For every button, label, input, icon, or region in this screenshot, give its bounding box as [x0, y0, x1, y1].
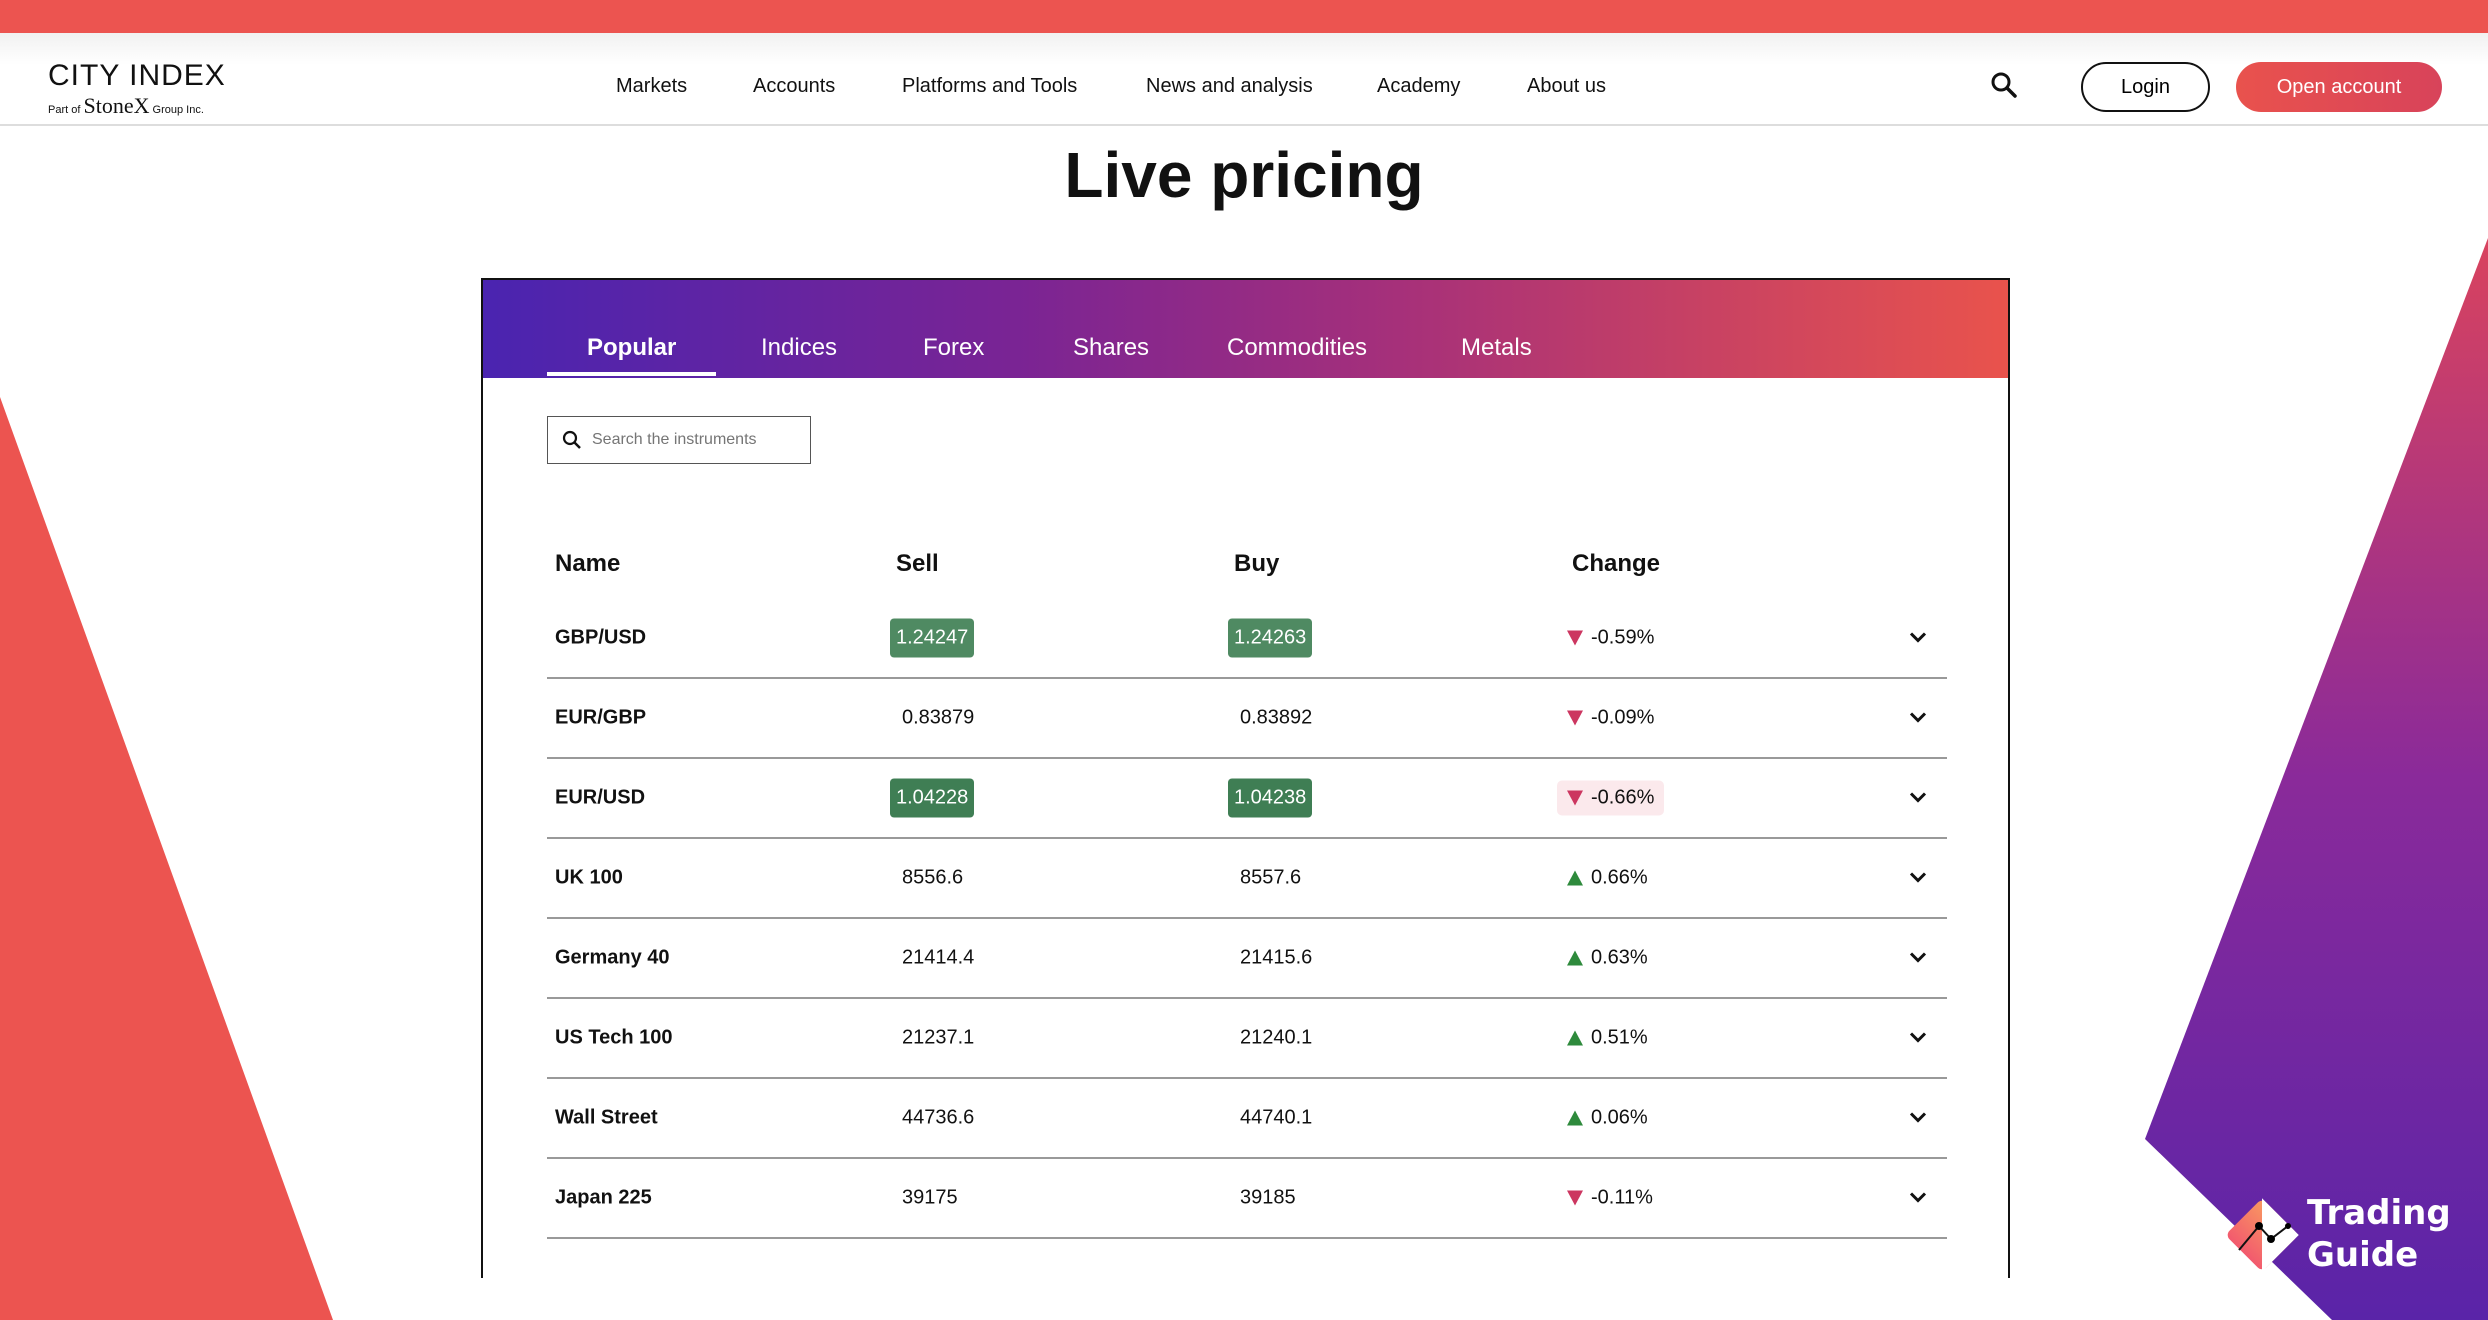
- chevron-down-icon[interactable]: [1909, 787, 1927, 810]
- tab-bar: Popular Indices Forex Shares Commodities…: [483, 280, 2008, 378]
- table-row[interactable]: US Tech 100 21237.1 21240.1 0.51%: [547, 999, 1947, 1079]
- sell-price[interactable]: 1.24247: [890, 618, 975, 658]
- chevron-down-icon[interactable]: [1909, 1187, 1927, 1210]
- nav-platforms-and-tools[interactable]: Platforms and Tools: [902, 75, 1077, 98]
- sell-price[interactable]: 39175: [896, 1179, 964, 1218]
- buy-price[interactable]: 1.24263: [1228, 618, 1313, 658]
- triangle-up-icon: [1567, 1030, 1583, 1046]
- open-account-button[interactable]: Open account: [2236, 62, 2442, 112]
- triangle-up-icon: [1567, 870, 1583, 886]
- instrument-name: GBP/USD: [555, 626, 647, 649]
- table-row[interactable]: EUR/USD 1.04228 1.04238 -0.66%: [547, 759, 1947, 839]
- buy-price[interactable]: 1.04238: [1228, 778, 1313, 818]
- buy-price[interactable]: 44740.1: [1234, 1099, 1318, 1138]
- search-input[interactable]: [592, 431, 792, 449]
- change-value: 0.66%: [1557, 861, 1658, 896]
- change-value: -0.09%: [1557, 701, 1664, 736]
- instrument-name: Japan 225: [555, 1186, 652, 1209]
- table-row[interactable]: Japan 225 39175 39185 -0.11%: [547, 1159, 1947, 1239]
- table-row[interactable]: Wall Street 44736.6 44740.1 0.06%: [547, 1079, 1947, 1159]
- instrument-name: Germany 40: [555, 946, 670, 969]
- instrument-name: EUR/GBP: [555, 706, 647, 729]
- nav-accounts[interactable]: Accounts: [753, 75, 835, 98]
- instrument-name: Wall Street: [555, 1106, 658, 1129]
- nav-about-us[interactable]: About us: [1527, 75, 1606, 98]
- table-row[interactable]: Germany 40 21414.4 21415.6 0.63%: [547, 919, 1947, 999]
- tab-forex[interactable]: Forex: [923, 334, 984, 362]
- live-pricing-panel: Popular Indices Forex Shares Commodities…: [481, 278, 2010, 1278]
- table-row[interactable]: UK 100 8556.6 8557.6 0.66%: [547, 839, 1947, 919]
- table-row[interactable]: GBP/USD 1.24247 1.24263 -0.59%: [547, 599, 1947, 679]
- buy-price[interactable]: 0.83892: [1234, 699, 1318, 738]
- change-value: -0.11%: [1557, 1181, 1663, 1216]
- nav-academy[interactable]: Academy: [1377, 75, 1460, 98]
- search-icon: [562, 430, 581, 449]
- chevron-down-icon[interactable]: [1909, 1027, 1927, 1050]
- triangle-up-icon: [1567, 950, 1583, 966]
- change-value: 0.06%: [1557, 1101, 1658, 1136]
- sell-price[interactable]: 1.04228: [890, 778, 975, 818]
- column-header-buy: Buy: [1234, 550, 1280, 577]
- svg-text:Guide: Guide: [2307, 1235, 2418, 1275]
- chevron-down-icon[interactable]: [1909, 627, 1927, 650]
- change-value: 0.63%: [1557, 941, 1658, 976]
- triangle-down-icon: [1567, 710, 1583, 726]
- change-value: -0.59%: [1557, 621, 1664, 656]
- change-value: -0.66%: [1557, 780, 1665, 816]
- tab-shares[interactable]: Shares: [1073, 334, 1149, 362]
- tab-commodities[interactable]: Commodities: [1227, 334, 1367, 362]
- login-button[interactable]: Login: [2081, 62, 2210, 112]
- tab-popular[interactable]: Popular: [547, 334, 717, 376]
- instrument-name: US Tech 100: [555, 1026, 673, 1049]
- nav-markets[interactable]: Markets: [616, 75, 687, 98]
- column-header-change: Change: [1572, 550, 1661, 577]
- buy-price[interactable]: 21415.6: [1234, 939, 1318, 978]
- change-value: 0.51%: [1557, 1021, 1658, 1056]
- instrument-search[interactable]: [547, 416, 811, 464]
- sell-price[interactable]: 0.83879: [896, 699, 980, 738]
- triangle-down-icon: [1567, 1190, 1583, 1206]
- column-header-sell: Sell: [896, 550, 939, 577]
- svg-text:Trading: Trading: [2307, 1193, 2451, 1233]
- sell-price[interactable]: 44736.6: [896, 1099, 980, 1138]
- column-header-name: Name: [555, 550, 621, 577]
- city-index-logo[interactable]: CITY INDEX Part of StoneX Group Inc.: [48, 61, 226, 119]
- chevron-down-icon[interactable]: [1909, 947, 1927, 970]
- instrument-name: EUR/USD: [555, 786, 646, 809]
- buy-price[interactable]: 8557.6: [1234, 859, 1307, 898]
- sell-price[interactable]: 8556.6: [896, 859, 969, 898]
- sell-price[interactable]: 21237.1: [896, 1019, 980, 1058]
- sell-price[interactable]: 21414.4: [896, 939, 980, 978]
- chevron-down-icon[interactable]: [1909, 707, 1927, 730]
- tab-metals[interactable]: Metals: [1461, 334, 1532, 362]
- trading-guide-watermark: Trading Guide: [2225, 1190, 2485, 1285]
- instrument-name: UK 100: [555, 866, 623, 889]
- chevron-down-icon[interactable]: [1909, 867, 1927, 890]
- buy-price[interactable]: 39185: [1234, 1179, 1302, 1218]
- page-title: Live pricing: [1064, 139, 1424, 211]
- triangle-down-icon: [1567, 790, 1583, 806]
- left-red-shape: [0, 397, 333, 1320]
- triangle-down-icon: [1567, 630, 1583, 646]
- logo-subtext: Part of StoneX Group Inc.: [48, 93, 204, 118]
- search-icon[interactable]: [1990, 71, 2018, 99]
- right-gradient-shape: [2145, 238, 2488, 1320]
- buy-price[interactable]: 21240.1: [1234, 1019, 1318, 1058]
- table-row[interactable]: EUR/GBP 0.83879 0.83892 -0.09%: [547, 679, 1947, 759]
- tab-indices[interactable]: Indices: [761, 334, 837, 362]
- top-bar: [0, 0, 2488, 33]
- header: CITY INDEX Part of StoneX Group Inc. Mar…: [0, 33, 2488, 126]
- chevron-down-icon[interactable]: [1909, 1107, 1927, 1130]
- nav-news-and-analysis[interactable]: News and analysis: [1146, 75, 1313, 98]
- logo-text: CITY INDEX: [48, 59, 226, 92]
- triangle-up-icon: [1567, 1110, 1583, 1126]
